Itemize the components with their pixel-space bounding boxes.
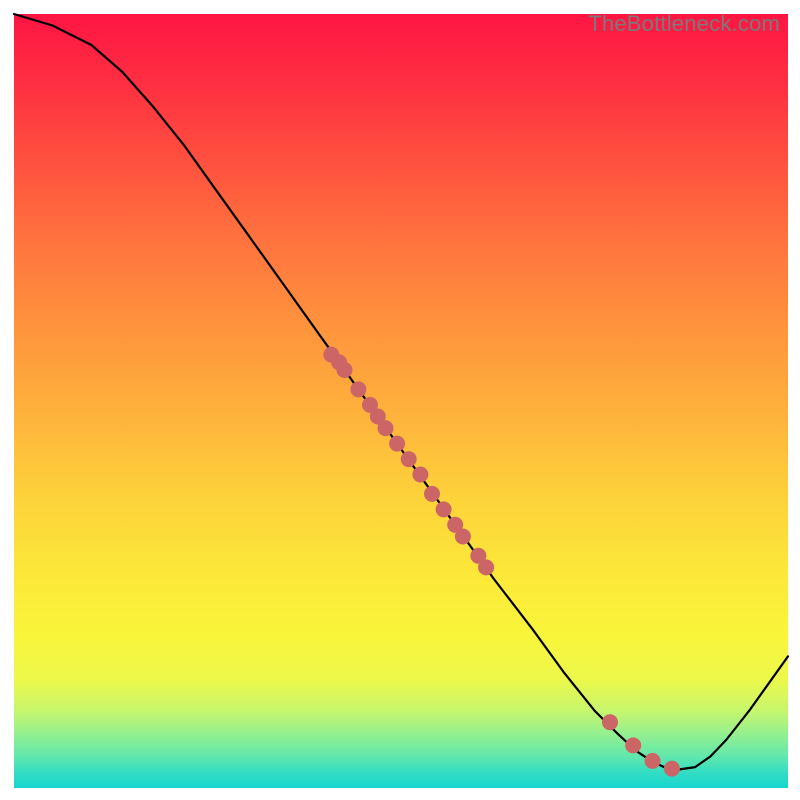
data-point — [389, 436, 405, 452]
data-point — [436, 501, 452, 517]
data-point — [350, 381, 366, 397]
data-point — [664, 761, 680, 777]
data-point — [337, 362, 353, 378]
chart-canvas: TheBottleneck.com — [0, 0, 800, 800]
data-point — [602, 714, 618, 730]
data-point — [455, 529, 471, 545]
highlighted-points-group — [323, 347, 680, 777]
data-point — [401, 451, 417, 467]
data-point — [424, 486, 440, 502]
data-point — [478, 559, 494, 575]
data-point — [378, 420, 394, 436]
plot-area: TheBottleneck.com — [14, 14, 788, 788]
data-point — [625, 737, 641, 753]
bottleneck-curve — [14, 14, 788, 769]
data-point — [645, 753, 661, 769]
chart-overlay — [14, 14, 788, 788]
data-point — [412, 467, 428, 483]
